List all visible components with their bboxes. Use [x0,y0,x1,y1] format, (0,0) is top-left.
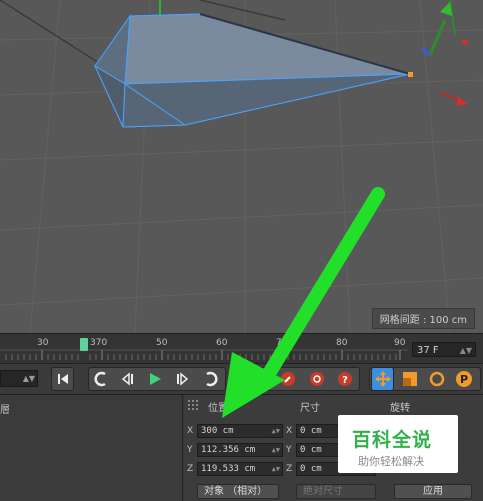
question-icon: ? [337,372,352,386]
stepper-icon[interactable]: ▲▼ [272,463,280,475]
watermark-title: 百科全说 [352,429,433,451]
move-arrows-icon [374,371,391,387]
coordinate-mode-dropdown[interactable]: 对象 （相对） [197,484,279,499]
position-z-value: 119.533 cm [201,464,256,474]
3d-viewport[interactable]: 网格间距 : 100 cm [0,0,483,333]
size-axis-x-label: X [286,426,293,436]
tick-label: 50 [156,338,168,348]
apply-button[interactable]: 应用 [394,484,472,499]
next-key-button[interactable] [170,367,193,391]
scale-tool-button[interactable] [398,367,421,391]
size-x-value: 0 cm [300,426,322,436]
size-axis-y-label: Y [286,445,292,455]
axis-z-label: Z [187,464,194,474]
p-letter-icon: P [455,371,472,387]
tick-label: 30 [37,338,49,348]
size-header: 尺寸 [300,403,320,414]
position-y-value: 112.356 cm [201,445,256,455]
record-key-button[interactable] [276,367,299,391]
skip-back-icon [57,374,68,384]
tick-label: 70 [276,338,288,348]
watermark-subtitle: 助你轻松解决 [358,455,424,468]
size-axis-z-label: Z [286,464,293,474]
position-header: 位置 [208,403,228,414]
timeline[interactable]: 30 370 50 60 70 80 90 37 F ▲▼ [0,333,483,364]
rotate-tool-button[interactable] [425,367,448,391]
grip-icon[interactable] [188,400,202,412]
current-frame-field[interactable]: 37 F ▲▼ [412,342,476,357]
size-y-value: 0 cm [300,445,322,455]
forward-arc-icon [205,371,217,387]
stepper-icon[interactable]: ▲▼ [272,444,280,456]
min-frame-field[interactable]: ▲▼ [0,370,38,387]
size-mode-dropdown[interactable]: 绝对尺寸 [296,484,376,499]
autokey-button[interactable] [305,367,328,391]
stepper-icon[interactable]: ▲▼ [272,425,280,437]
go-to-start-button[interactable] [51,367,74,391]
transport-bar: ▲▼ ? P [0,363,483,395]
position-z-field[interactable]: 119.533 cm ▲▼ [197,462,283,476]
previous-key-button[interactable] [116,367,139,391]
position-x-field[interactable]: 300 cm ▲▼ [197,424,283,438]
object-manager-panel[interactable]: 層 [0,395,183,501]
size-z-value: 0 cm [300,464,322,474]
help-button[interactable]: ? [333,367,356,391]
key-record-icon [280,372,295,386]
svg-text:?: ? [342,375,348,386]
previous-frame-button[interactable] [89,367,112,391]
rotate-icon [429,371,444,387]
playhead[interactable] [80,338,88,351]
scale-icon [402,372,417,386]
rotation-header: 旋转 [390,403,410,414]
tick-label: 80 [336,338,348,348]
tick-label: 90 [394,338,406,348]
svg-text:P: P [459,373,467,386]
move-tool-button[interactable] [371,367,394,391]
size-mode-value: 绝对尺寸 [303,486,343,497]
coordinate-mode-value: 对象 （相对） [204,486,268,497]
rewind-arc-icon [94,371,106,387]
axis-y-label: Y [187,445,193,455]
watermark-logo: 百科全说 助你轻松解决 [338,415,458,473]
play-button[interactable] [143,367,166,391]
panel-label: 層 [0,405,10,416]
position-x-value: 300 cm [201,426,234,436]
tick-label: 60 [216,338,228,348]
autokey-icon [309,372,324,386]
next-frame-button[interactable] [199,367,222,391]
grid-spacing-label: 网格间距 : 100 cm [371,308,475,329]
position-y-field[interactable]: 112.356 cm ▲▼ [197,443,283,457]
parametric-tool-button[interactable]: P [452,367,475,391]
stepper-arrows-icon[interactable]: ▲▼ [460,343,472,358]
play-icon [149,373,161,385]
next-key-icon [176,372,188,386]
axis-x-label: X [187,426,194,436]
tick-label-current: 370 [90,338,108,348]
current-frame-value: 37 F [417,345,439,356]
axis-gizmo [421,0,468,106]
previous-key-icon [121,372,133,386]
